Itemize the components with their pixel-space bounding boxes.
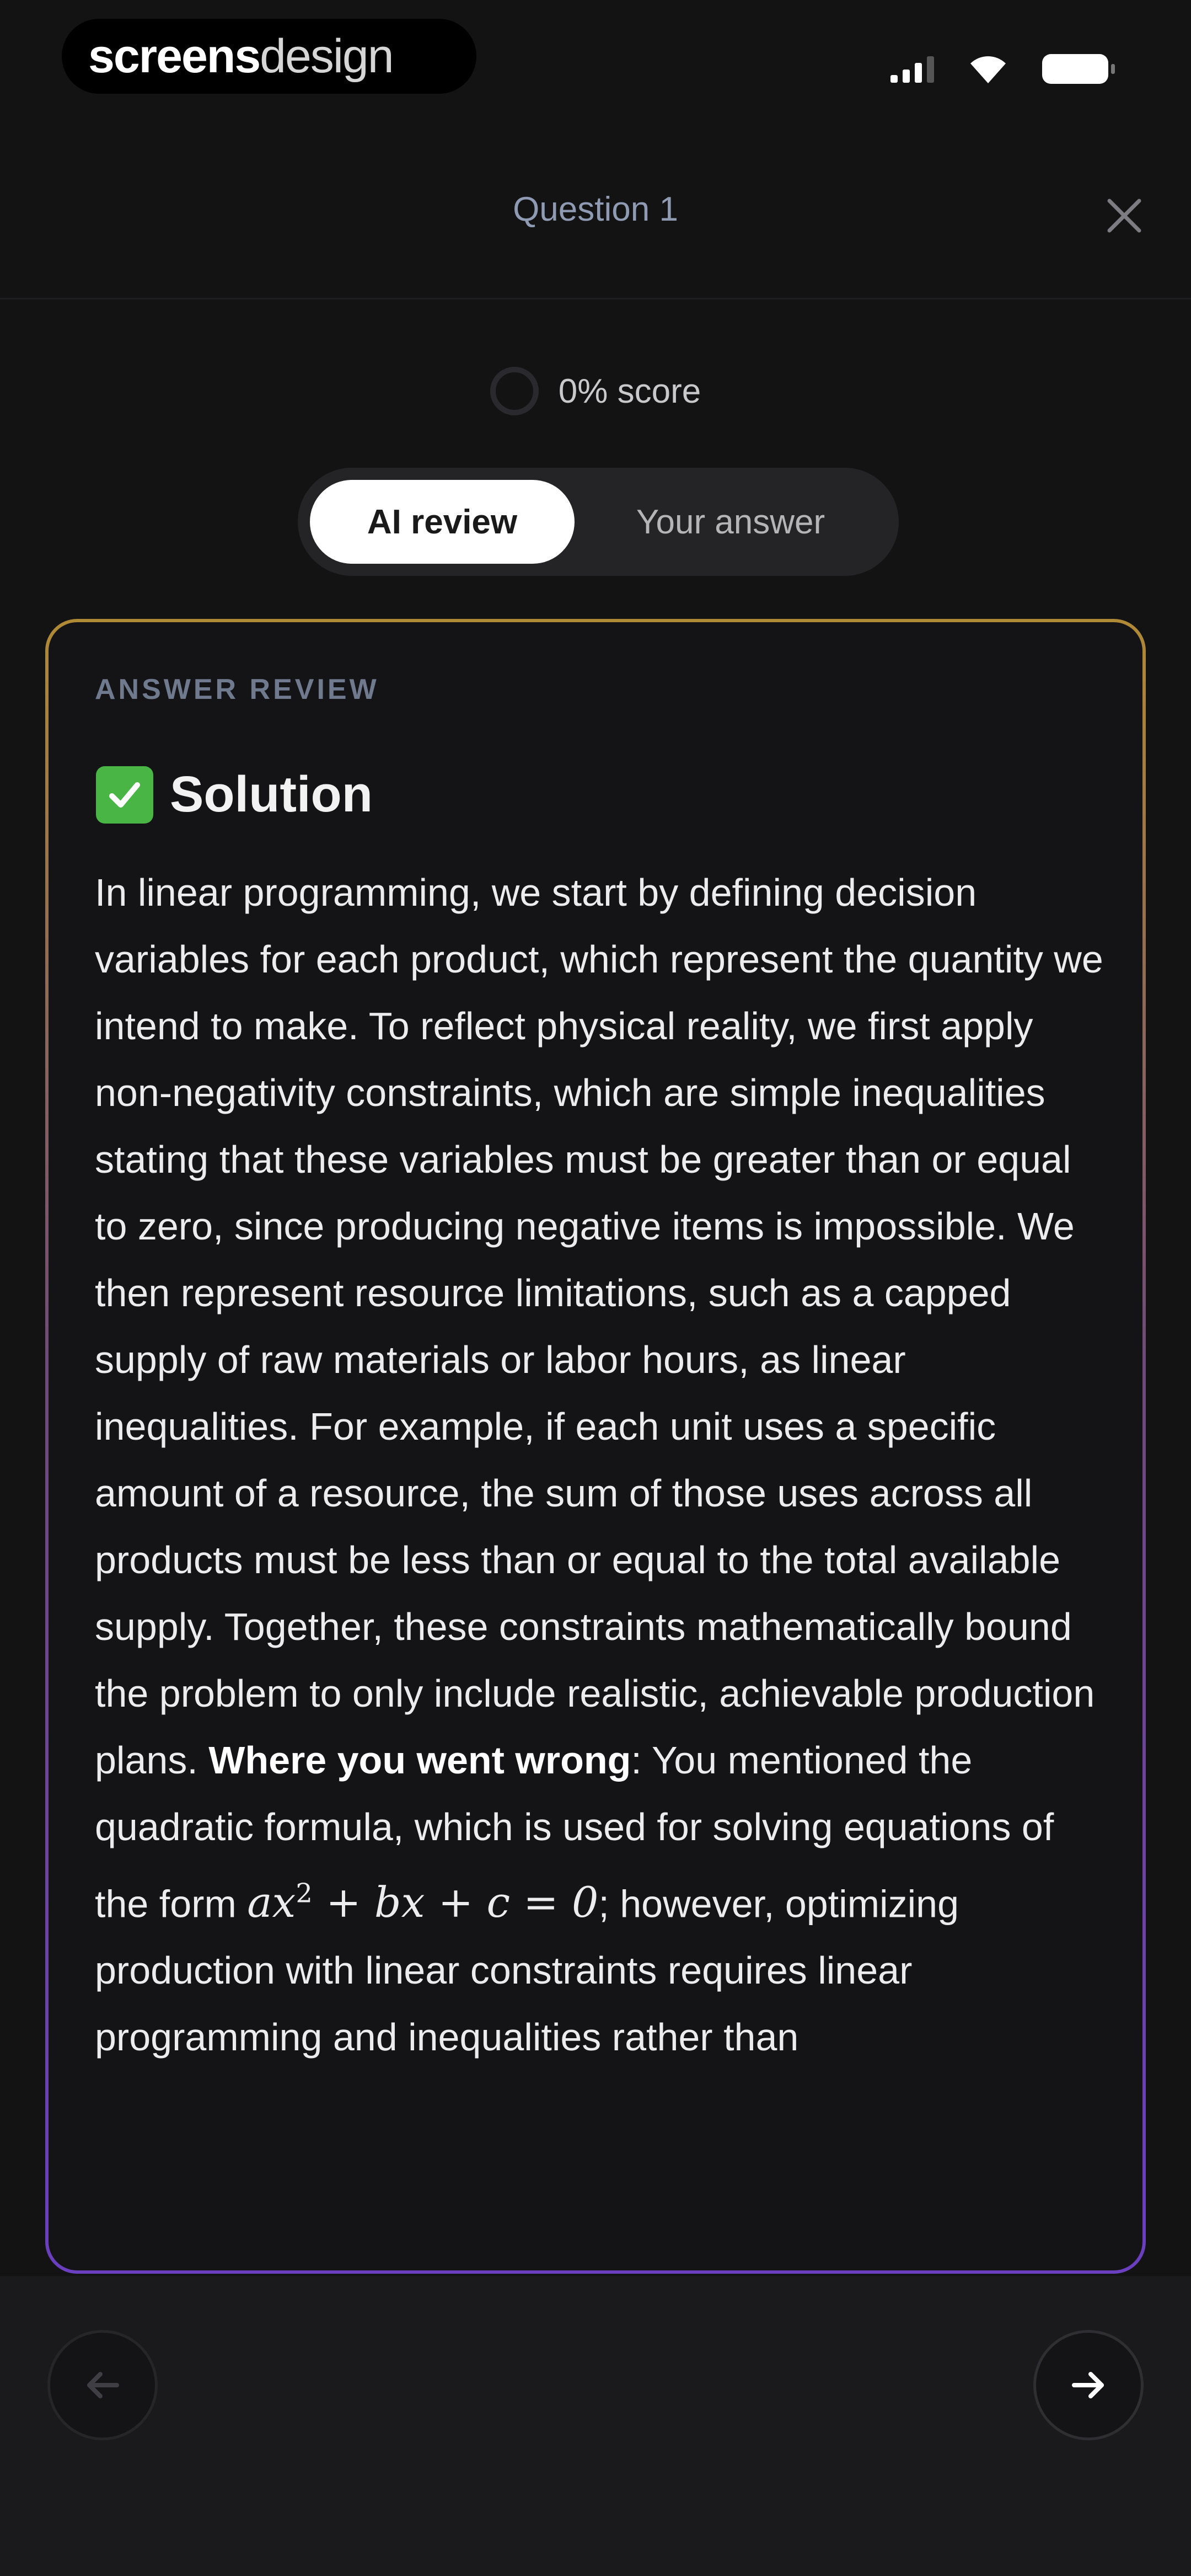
solution-title: Solution: [170, 766, 373, 822]
check-box-icon: [96, 766, 153, 824]
tab-your-answer[interactable]: Your answer: [575, 480, 887, 564]
section-label: ANSWER REVIEW: [95, 674, 379, 706]
next-button[interactable]: [1033, 2330, 1144, 2440]
status-icons: [890, 50, 1115, 88]
cellular-signal-icon: [890, 55, 934, 83]
arrow-left-icon: [87, 2372, 119, 2398]
wifi-icon: [970, 56, 1006, 83]
brand-logo-light: design: [260, 29, 394, 83]
score-ring-icon: [490, 367, 539, 415]
question-header: Question 1: [0, 138, 1191, 300]
score-indicator: 0% score: [0, 367, 1191, 415]
math-base: ax: [247, 1878, 296, 1927]
close-icon[interactable]: [1102, 193, 1147, 238]
score-label: 0% score: [558, 372, 701, 410]
tab-ai-review[interactable]: AI review: [310, 480, 575, 564]
brand-logo-strong: screens: [88, 29, 261, 83]
previous-button[interactable]: [47, 2330, 158, 2440]
brand-logo: screens design: [62, 19, 476, 94]
solution-text: In linear programming, we start by defin…: [95, 859, 1109, 2071]
arrow-right-icon: [1072, 2372, 1104, 2398]
page-title: Question 1: [513, 190, 678, 228]
math-rest: + bx + c = 0: [312, 1878, 599, 1927]
math-equation: ax2 + bx + c = 0: [247, 1878, 598, 1927]
bottom-navigation: [0, 2276, 1191, 2576]
solution-paragraph-part1: In linear programming, we start by defin…: [95, 871, 1103, 1782]
mistake-emphasis: Where you went wrong: [208, 1739, 631, 1782]
solution-heading: Solution: [96, 766, 373, 824]
math-exponent: 2: [296, 1878, 313, 1909]
answer-review-card: ANSWER REVIEW Solution In linear program…: [45, 619, 1146, 2274]
status-bar: screens design: [0, 0, 1191, 116]
battery-icon: [1042, 54, 1115, 84]
review-tabs: AI review Your answer: [298, 468, 899, 576]
